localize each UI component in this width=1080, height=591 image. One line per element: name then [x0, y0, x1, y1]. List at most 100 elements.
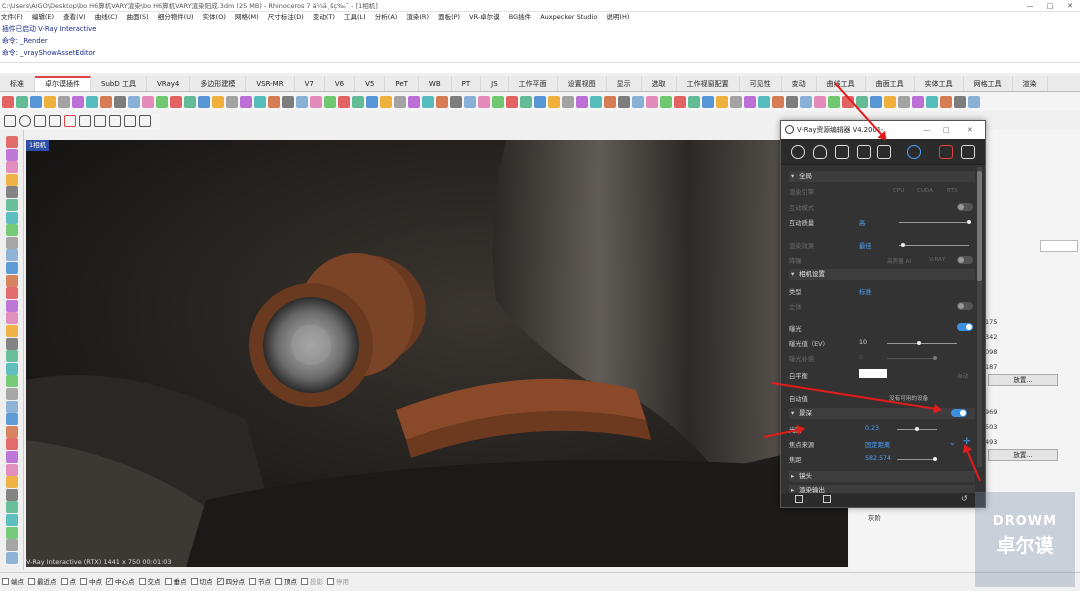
- bulb-icon[interactable]: [49, 115, 61, 127]
- toolbar-tool-icon[interactable]: [618, 96, 630, 108]
- white-balance-swatch[interactable]: [859, 369, 887, 378]
- tab-surface-tools[interactable]: 曲面工具: [866, 76, 915, 91]
- toolbar-tool-icon[interactable]: [730, 96, 742, 108]
- toolbar-tool-icon[interactable]: [58, 96, 70, 108]
- left-tool-icon[interactable]: [6, 186, 18, 199]
- tab-v6[interactable]: V6: [325, 76, 356, 91]
- chevron-down-icon[interactable]: ⌄: [949, 438, 956, 447]
- toolbar-tool-icon[interactable]: [520, 96, 532, 108]
- toolbar-tool-icon[interactable]: [828, 96, 840, 108]
- focus-distance-slider[interactable]: [897, 457, 937, 461]
- osnap-near[interactable]: 最近点: [28, 573, 57, 590]
- denoise-vray[interactable]: V-RAY: [929, 257, 945, 263]
- osnap-center[interactable]: 中心点: [106, 573, 135, 590]
- menu-surface[interactable]: 曲面(S): [126, 13, 148, 21]
- menu-transform[interactable]: 变动(T): [313, 13, 335, 21]
- tab-drowm-plugin[interactable]: 卓尔谟插件: [35, 76, 91, 91]
- exposure-ev-value[interactable]: 10: [859, 339, 867, 346]
- menu-help[interactable]: 说明(H): [606, 13, 629, 21]
- osnap-mid[interactable]: 中点: [80, 573, 102, 590]
- engine-cuda[interactable]: CUDA: [917, 188, 933, 194]
- osnap-tan[interactable]: 切点: [190, 573, 213, 590]
- tab-render[interactable]: 渲染: [1013, 76, 1048, 91]
- toolbar-tool-icon[interactable]: [156, 96, 168, 108]
- toolbar-tool-icon[interactable]: [352, 96, 364, 108]
- toolbar-tool-icon[interactable]: [534, 96, 546, 108]
- layers-icon[interactable]: [857, 145, 871, 159]
- osnap-vertex[interactable]: 顶点: [275, 573, 297, 590]
- left-tool-icon[interactable]: [6, 425, 18, 438]
- toolbar-tool-icon[interactable]: [646, 96, 658, 108]
- render-viewport[interactable]: [26, 140, 848, 567]
- tab-display[interactable]: 显示: [607, 76, 642, 91]
- left-tool-icon[interactable]: [6, 299, 18, 312]
- osnap-quad[interactable]: 四分点: [216, 573, 245, 590]
- left-tool-icon[interactable]: [6, 539, 18, 552]
- osnap-disable[interactable]: 停用: [327, 573, 349, 590]
- menu-mesh[interactable]: 网格(M): [235, 13, 259, 21]
- toolbar-tool-icon[interactable]: [338, 96, 350, 108]
- toolbar-tool-icon[interactable]: [688, 96, 700, 108]
- menu-dimension[interactable]: 尺寸标注(D): [268, 13, 304, 21]
- tab-wb[interactable]: WB: [419, 76, 452, 91]
- anchor-icon[interactable]: [94, 115, 106, 127]
- focus-source-value[interactable]: 固定距离: [865, 440, 890, 449]
- grass-icon[interactable]: [124, 115, 136, 127]
- section-dof[interactable]: 景深: [789, 408, 975, 419]
- toolbar-tool-icon[interactable]: [576, 96, 588, 108]
- toolbar-tool-icon[interactable]: [758, 96, 770, 108]
- left-tool-icon[interactable]: [6, 413, 18, 426]
- tab-pet[interactable]: PeT: [385, 76, 419, 91]
- tab-mesh-tools[interactable]: 网格工具: [964, 76, 1013, 91]
- tab-visibility[interactable]: 可见性: [740, 76, 782, 91]
- toolbar-tool-icon[interactable]: [226, 96, 238, 108]
- frame-buffer-icon[interactable]: [961, 145, 975, 159]
- menu-file[interactable]: 文件(F): [1, 13, 23, 21]
- toolbar-tool-icon[interactable]: [604, 96, 616, 108]
- materials-icon[interactable]: [791, 145, 805, 159]
- tab-js[interactable]: JS: [481, 76, 509, 91]
- dropdown[interactable]: [1040, 240, 1078, 252]
- minimize-button[interactable]: —: [1020, 0, 1040, 12]
- quality-slider[interactable]: [899, 220, 971, 224]
- toolbar-tool-icon[interactable]: [884, 96, 896, 108]
- toolbar-tool-icon[interactable]: [422, 96, 434, 108]
- toolbar-tool-icon[interactable]: [800, 96, 812, 108]
- toolbar-tool-icon[interactable]: [72, 96, 84, 108]
- toolbar-tool-icon[interactable]: [548, 96, 560, 108]
- left-tool-icon[interactable]: [6, 400, 18, 413]
- left-tool-icon[interactable]: [6, 514, 18, 526]
- toolbar-tool-icon[interactable]: [380, 96, 392, 108]
- close-icon[interactable]: ✕: [967, 121, 973, 139]
- toolbar-tool-icon[interactable]: [254, 96, 266, 108]
- engine-cpu[interactable]: CPU: [893, 188, 904, 194]
- menu-tools[interactable]: 工具(L): [344, 13, 366, 21]
- toolbar-tool-icon[interactable]: [310, 96, 322, 108]
- exposure-comp-slider[interactable]: [887, 356, 937, 360]
- left-tool-icon[interactable]: [6, 173, 18, 186]
- tab-pt[interactable]: PT: [452, 76, 482, 91]
- osnap-knot[interactable]: 节点: [249, 573, 271, 590]
- camera-type-value[interactable]: 标准: [859, 287, 872, 296]
- left-tool-icon[interactable]: [6, 476, 18, 489]
- toolbar-tool-icon[interactable]: [30, 96, 42, 108]
- render-elements-icon[interactable]: [877, 145, 891, 159]
- toolbar-tool-icon[interactable]: [660, 96, 672, 108]
- save-icon[interactable]: [823, 495, 831, 503]
- toolbar-tool-icon[interactable]: [632, 96, 644, 108]
- toolbar-tool-icon[interactable]: [296, 96, 308, 108]
- toolbar-tool-icon[interactable]: [590, 96, 602, 108]
- engine-rtx[interactable]: RTX: [947, 188, 958, 194]
- toolbar-tool-icon[interactable]: [926, 96, 938, 108]
- toolbar-tool-icon[interactable]: [968, 96, 980, 108]
- menu-analyze[interactable]: 分析(A): [375, 13, 398, 21]
- menu-edit[interactable]: 编辑(E): [32, 13, 54, 21]
- left-tool-icon[interactable]: [6, 211, 18, 224]
- osnap-intersection[interactable]: 交点: [138, 573, 161, 590]
- lights-icon[interactable]: [813, 145, 827, 159]
- toolbar-tool-icon[interactable]: [954, 96, 966, 108]
- osnap-end[interactable]: 端点: [2, 573, 24, 590]
- menu-curve[interactable]: 曲线(C): [95, 13, 118, 21]
- left-tool-icon[interactable]: [6, 388, 18, 400]
- reset-icon[interactable]: ↺: [961, 494, 968, 503]
